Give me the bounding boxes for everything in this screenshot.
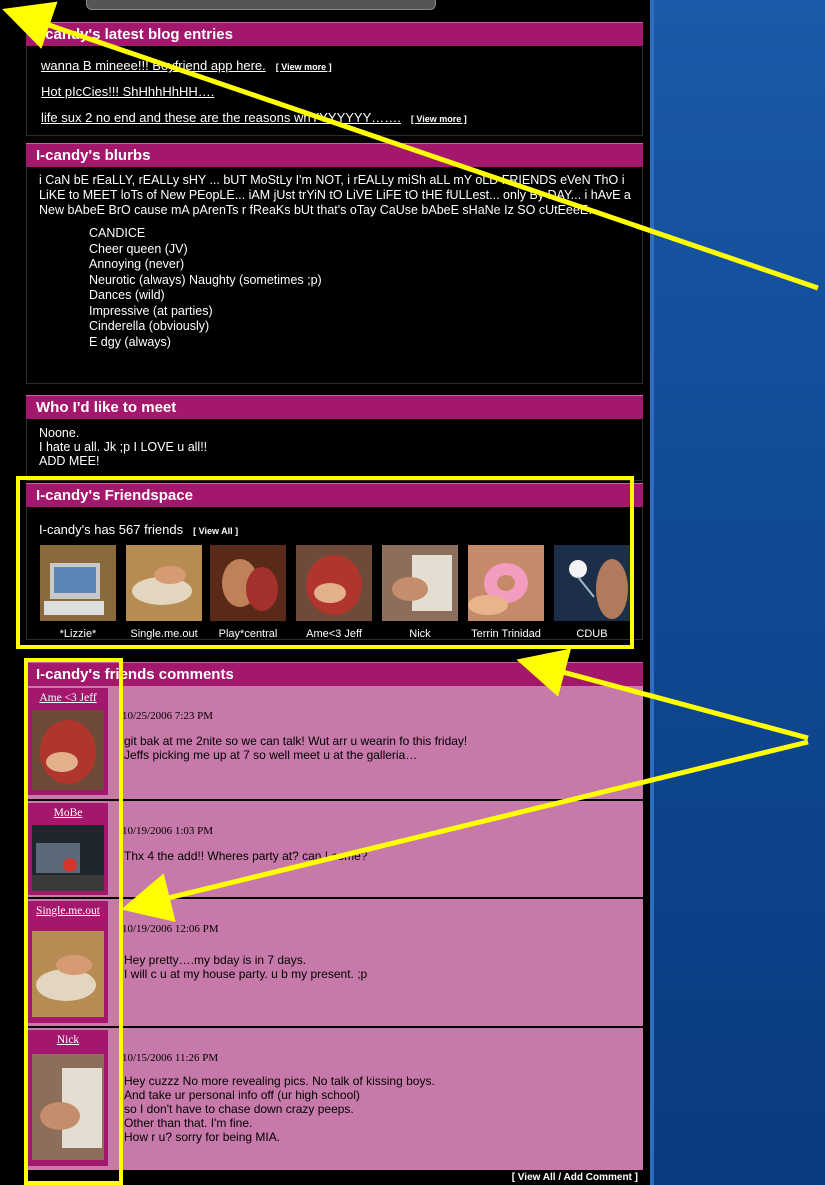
arrow-to-friendspace (516, 648, 809, 741)
arrow-to-comment-avatars (121, 739, 809, 922)
annotation-arrows (2, 1, 819, 922)
arrow-to-player (2, 1, 819, 291)
